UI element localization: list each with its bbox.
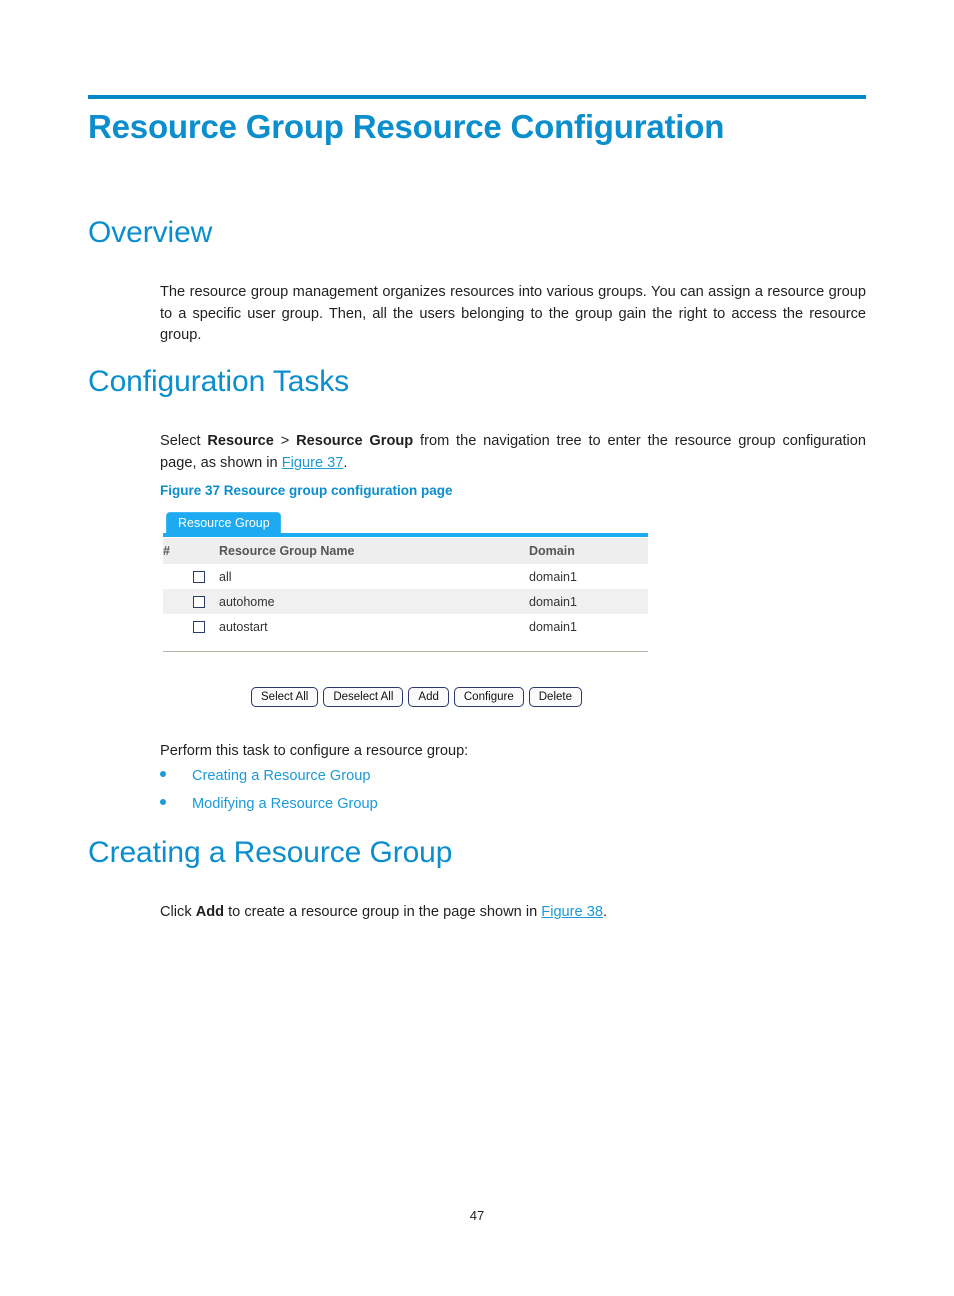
table-row: autostart domain1 xyxy=(163,614,648,639)
cell-group-name: autohome xyxy=(219,589,529,614)
figure-37-screenshot: Resource Group # Resource Group Name Dom… xyxy=(163,512,648,712)
figure-37-caption: Figure 37 Resource group configuration p… xyxy=(160,483,453,498)
select-all-button[interactable]: Select All xyxy=(251,687,319,707)
document-page: Resource Group Resource Configuration Ov… xyxy=(0,0,954,1296)
add-button[interactable]: Add xyxy=(408,687,449,707)
table-header-row: # Resource Group Name Domain xyxy=(163,538,648,564)
paragraph-select-navigation: Select Resource > Resource Group from th… xyxy=(160,431,866,474)
row-checkbox-cell xyxy=(163,614,219,639)
action-button-row: Select All Deselect All Add Configure De… xyxy=(251,687,582,707)
click-prefix: Click xyxy=(160,904,196,920)
link-figure-37[interactable]: Figure 37 xyxy=(282,455,344,471)
click-add-label: Add xyxy=(195,904,225,920)
click-suffix: . xyxy=(602,904,607,920)
row-checkbox-cell xyxy=(163,589,219,614)
link-figure-38[interactable]: Figure 38 xyxy=(541,904,603,920)
heading-overview: Overview xyxy=(88,216,213,249)
cell-domain: domain1 xyxy=(529,569,577,584)
cell-domain: domain1 xyxy=(529,589,648,614)
heading-creating-a-resource-group: Creating a Resource Group xyxy=(88,836,453,869)
column-header-domain: Domain xyxy=(529,538,648,564)
menu-resource-group: Resource Group xyxy=(296,433,414,449)
tab-strip: Resource Group xyxy=(163,512,648,537)
page-number: 47 xyxy=(469,1208,485,1223)
resource-group-table: # Resource Group Name Domain all domain1… xyxy=(163,538,648,639)
cell-group-name: autostart xyxy=(219,619,268,634)
column-header-index: # xyxy=(163,538,219,564)
table-row: autohome domain1 xyxy=(163,589,648,614)
bullet-icon xyxy=(160,771,166,777)
list-item[interactable]: Modifying a Resource Group xyxy=(160,796,660,824)
paragraph-overview: The resource group management organizes … xyxy=(160,284,866,343)
cell-domain: domain1 xyxy=(529,619,577,634)
select-prefix: Select xyxy=(160,433,208,449)
page-title: Resource Group Resource Configuration xyxy=(88,108,725,145)
configure-button[interactable]: Configure xyxy=(453,687,524,707)
paragraph-perform-task: Perform this task to configure a resourc… xyxy=(160,743,469,759)
list-item[interactable]: Creating a Resource Group xyxy=(160,768,660,796)
table-row: all domain1 xyxy=(163,564,648,589)
delete-button[interactable]: Delete xyxy=(528,687,582,707)
title-rule xyxy=(88,95,866,99)
click-middle: to create a resource group in the page s… xyxy=(224,904,542,920)
bullet-icon xyxy=(160,799,166,805)
link-modifying-a-resource-group[interactable]: Modifying a Resource Group xyxy=(192,796,378,812)
menu-separator: > xyxy=(273,433,297,449)
column-header-name: Resource Group Name xyxy=(219,538,529,564)
table-bottom-divider xyxy=(163,651,648,652)
row-checkbox[interactable] xyxy=(193,621,205,634)
heading-configuration-tasks: Configuration Tasks xyxy=(88,365,350,398)
row-checkbox[interactable] xyxy=(193,571,205,584)
paragraph-click-add: Click Add to create a resource group in … xyxy=(160,902,866,924)
menu-resource: Resource xyxy=(207,433,274,449)
task-link-list: Creating a Resource Group Modifying a Re… xyxy=(160,768,660,824)
select-suffix: . xyxy=(343,454,348,471)
row-checkbox-cell xyxy=(163,564,219,589)
tab-resource-group[interactable]: Resource Group xyxy=(166,512,281,533)
cell-group-name: all xyxy=(219,569,232,584)
deselect-all-button[interactable]: Deselect All xyxy=(323,687,404,707)
row-checkbox[interactable] xyxy=(193,596,205,609)
link-creating-a-resource-group[interactable]: Creating a Resource Group xyxy=(192,768,370,784)
